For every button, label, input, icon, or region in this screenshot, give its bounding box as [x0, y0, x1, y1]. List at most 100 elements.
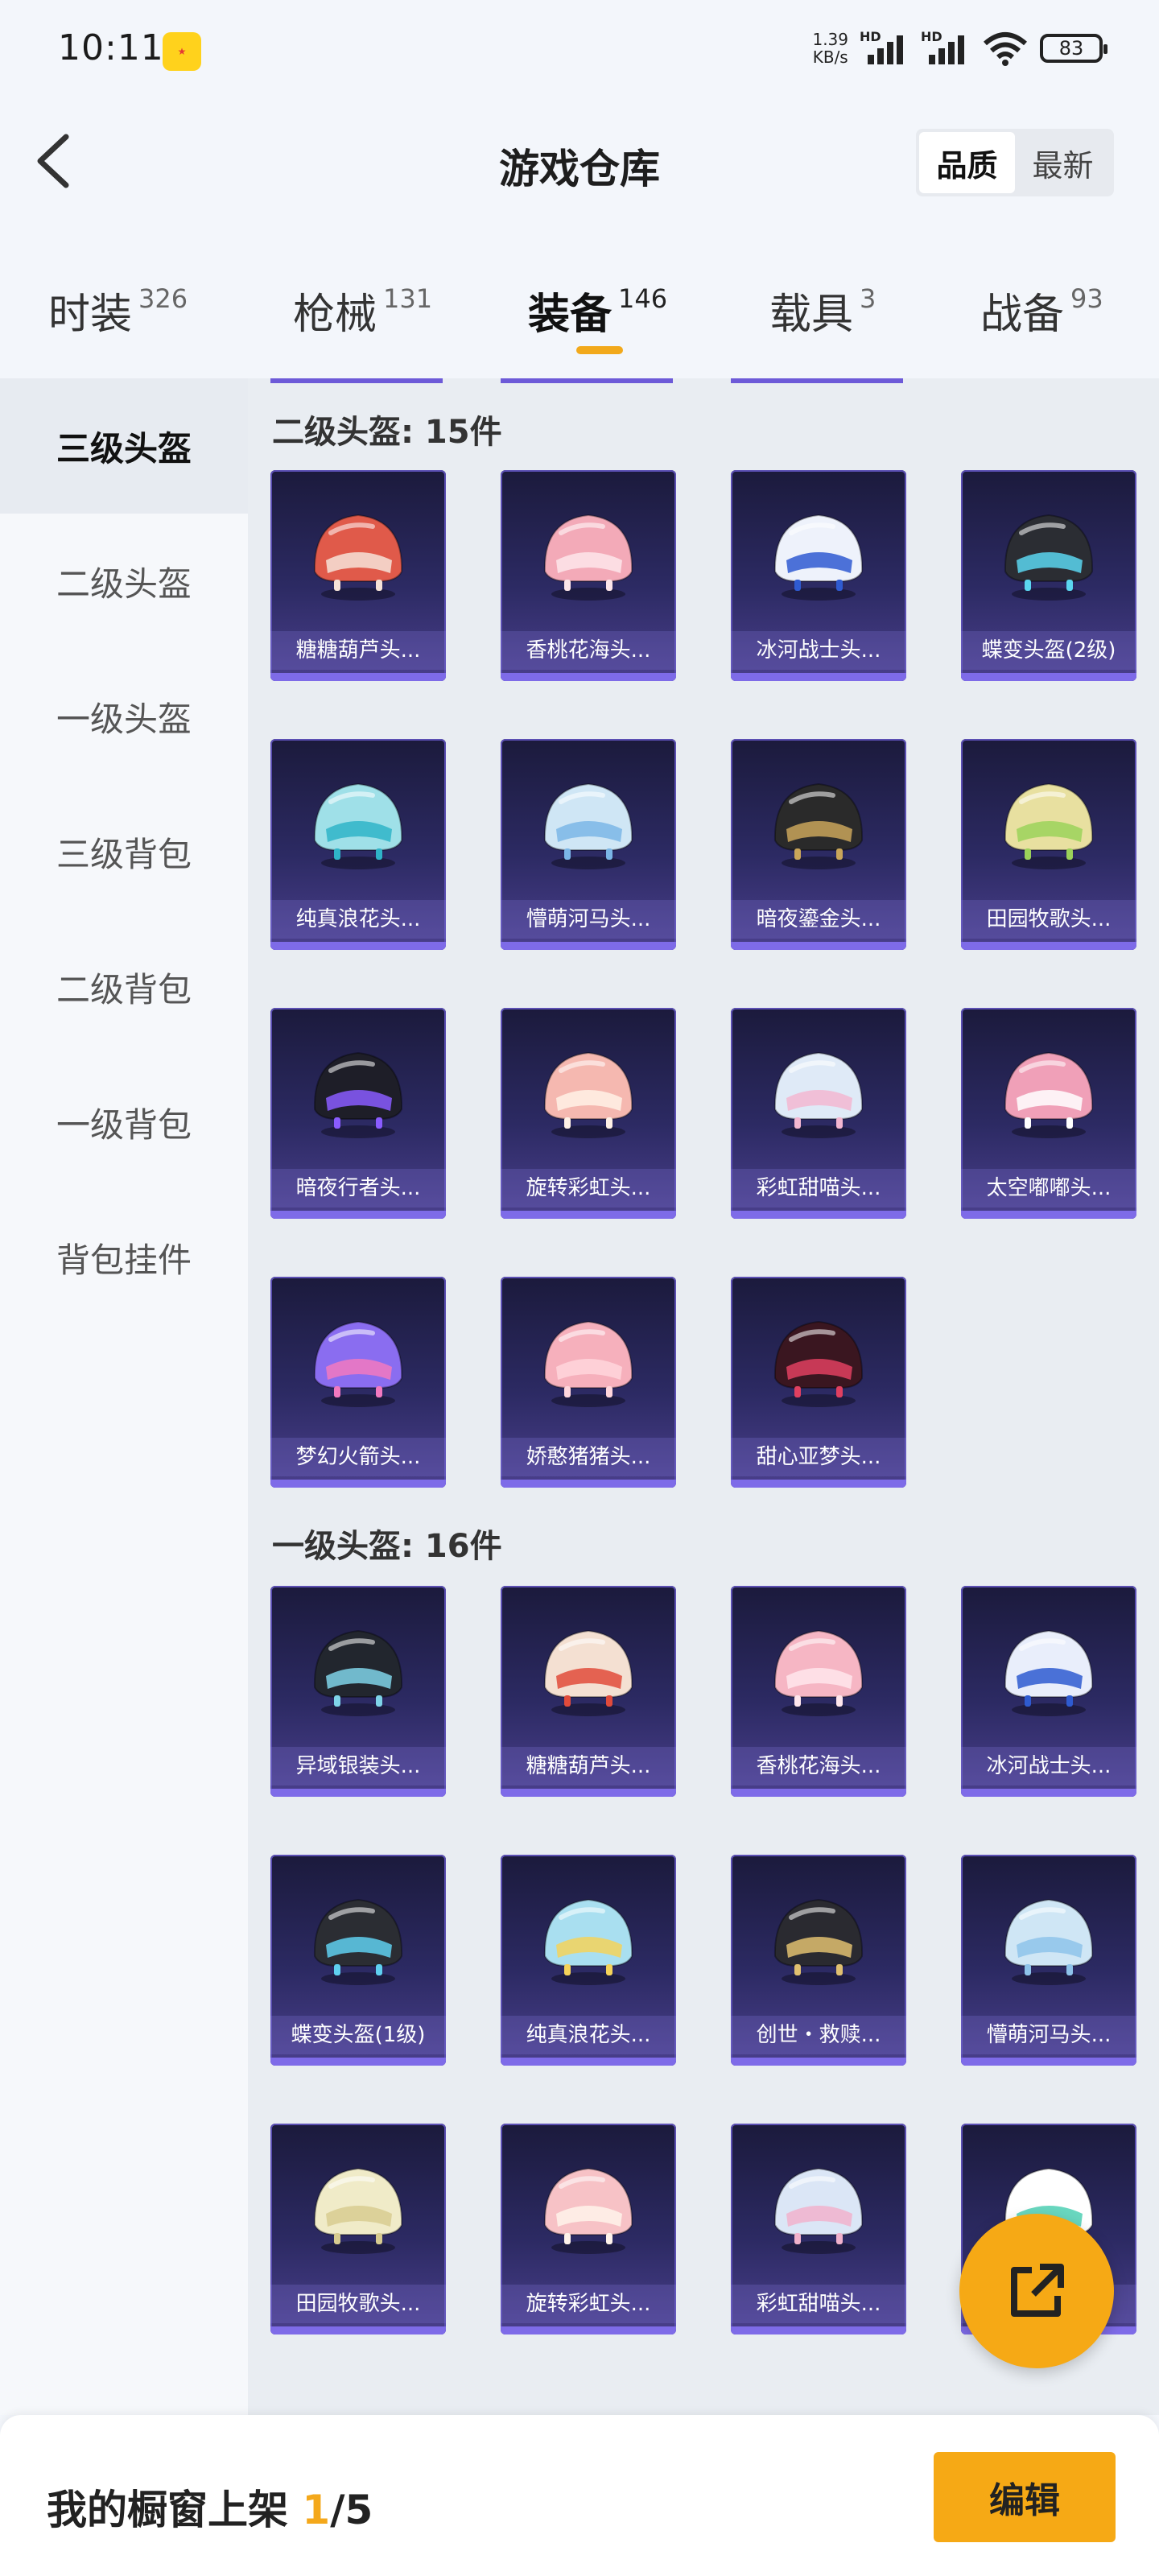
- tab-vehicles[interactable]: 载具 3: [769, 280, 876, 341]
- item-card[interactable]: 彩虹甜喵头...: [731, 1008, 906, 1219]
- rarity-bar: [961, 1789, 1136, 1797]
- status-indicators: 1.39 KB/s HD HD 83: [812, 29, 1107, 67]
- sidebar-item-level1-helmet[interactable]: 一级头盔: [0, 649, 248, 784]
- helmet-icon: [773, 1629, 864, 1716]
- item-card[interactable]: 糖糖葫芦头...: [501, 1586, 676, 1797]
- battery-level: 83: [1058, 37, 1084, 60]
- tab-guns[interactable]: 枪械 131: [293, 280, 432, 341]
- item-card[interactable]: 娇憨猪猪头...: [501, 1277, 676, 1488]
- net-speed-unit: KB/s: [812, 47, 848, 67]
- item-name: 旋转彩虹头...: [501, 2285, 676, 2323]
- item-name: 彩虹甜喵头...: [731, 1169, 906, 1208]
- item-card[interactable]: 懵萌河马头...: [501, 739, 676, 950]
- partial-card: [501, 378, 673, 383]
- item-card[interactable]: 旋转彩虹头...: [501, 1008, 676, 1219]
- showcase-label: 我的橱窗上架: [47, 2487, 288, 2533]
- item-card[interactable]: 旋转彩虹头...: [501, 2124, 676, 2334]
- helmet-icon: [1004, 1629, 1094, 1716]
- item-name: 蝶变头盔(1级): [270, 2016, 446, 2054]
- helmet-icon: [313, 1898, 403, 1985]
- signal-icon: HD: [860, 29, 909, 64]
- item-card[interactable]: 创世・救赎...: [731, 1855, 906, 2066]
- app-notification-icon: ★: [163, 32, 201, 71]
- item-name: 娇憨猪猪头...: [501, 1438, 676, 1476]
- helmet-icon: [313, 782, 403, 869]
- sort-quality-option[interactable]: 品质: [919, 132, 1015, 193]
- rarity-bar: [961, 1211, 1136, 1219]
- sidebar-item-level3-helmet[interactable]: 三级头盔: [0, 378, 248, 514]
- item-card[interactable]: 蝶变头盔(1级): [270, 1855, 446, 2066]
- sim2-hd-label: HD: [921, 29, 942, 44]
- edit-button[interactable]: 编辑: [934, 2452, 1116, 2542]
- helmet-icon: [773, 1051, 864, 1138]
- rarity-bar: [270, 1480, 446, 1488]
- helmet-icon: [543, 782, 633, 869]
- item-card[interactable]: 香桃花海头...: [501, 470, 676, 681]
- item-name: 冰河战士头...: [961, 1747, 1136, 1785]
- rarity-bar: [501, 673, 676, 681]
- sort-newest-option[interactable]: 最新: [1015, 132, 1111, 193]
- rarity-bar: [270, 1211, 446, 1219]
- sim1-hd-label: HD: [860, 29, 881, 44]
- item-card[interactable]: 香桃花海头...: [731, 1586, 906, 1797]
- item-card[interactable]: 暗夜行者头...: [270, 1008, 446, 1219]
- section-title-level1: 一级头盔: 16件: [272, 1528, 502, 1565]
- tab-equipment[interactable]: 装备 146: [528, 280, 667, 341]
- helmet-icon: [773, 2167, 864, 2254]
- sidebar-item-level2-helmet[interactable]: 二级头盔: [0, 514, 248, 649]
- item-card[interactable]: 太空嘟嘟头...: [961, 1008, 1136, 1219]
- helmet-icon: [773, 1898, 864, 1985]
- rarity-bar: [731, 2058, 906, 2066]
- rarity-bar: [501, 1789, 676, 1797]
- item-card[interactable]: 田园牧歌头...: [961, 739, 1136, 950]
- helmet-icon: [313, 514, 403, 601]
- item-name: 甜心亚梦头...: [731, 1438, 906, 1476]
- item-card[interactable]: 纯真浪花头...: [270, 739, 446, 950]
- showcase-total-count: /5: [330, 2487, 373, 2533]
- item-name: 太空嘟嘟头...: [961, 1169, 1136, 1208]
- item-card[interactable]: 异域银装头...: [270, 1586, 446, 1797]
- sidebar-item-level2-backpack[interactable]: 二级背包: [0, 919, 248, 1055]
- item-card[interactable]: 彩虹甜喵头...: [731, 2124, 906, 2334]
- helmet-icon: [313, 1320, 403, 1407]
- tab-costume[interactable]: 时装 326: [48, 280, 188, 341]
- item-card[interactable]: 甜心亚梦头...: [731, 1277, 906, 1488]
- item-card[interactable]: 糖糖葫芦头...: [270, 470, 446, 681]
- helmet-icon: [543, 1320, 633, 1407]
- tab-label: 装备: [528, 291, 612, 339]
- sidebar-item-backpack-pendant[interactable]: 背包挂件: [0, 1190, 248, 1325]
- rarity-bar: [270, 2058, 446, 2066]
- item-card[interactable]: 冰河战士头...: [731, 470, 906, 681]
- tab-label: 时装: [48, 291, 133, 339]
- tab-label: 载具: [769, 291, 854, 339]
- wifi-icon: [984, 32, 1027, 66]
- rarity-bar: [501, 2058, 676, 2066]
- tab-count: 146: [618, 283, 668, 314]
- item-name: 糖糖葫芦头...: [270, 631, 446, 670]
- rarity-bar: [501, 2326, 676, 2334]
- item-name: 冰河战士头...: [731, 631, 906, 670]
- sidebar-item-level3-backpack[interactable]: 三级背包: [0, 784, 248, 919]
- share-button[interactable]: [959, 2214, 1114, 2368]
- item-name: 梦幻火箭头...: [270, 1438, 446, 1476]
- rarity-bar: [961, 673, 1136, 681]
- rarity-bar: [270, 2326, 446, 2334]
- rarity-bar: [731, 942, 906, 950]
- net-speed-value: 1.39: [812, 30, 848, 49]
- item-card[interactable]: 田园牧歌头...: [270, 2124, 446, 2334]
- sidebar-item-level1-backpack[interactable]: 一级背包: [0, 1055, 248, 1190]
- rarity-bar: [731, 1211, 906, 1219]
- helmet-icon: [543, 1898, 633, 1985]
- item-name: 创世・救赎...: [731, 2016, 906, 2054]
- item-card[interactable]: 梦幻火箭头...: [270, 1277, 446, 1488]
- item-card[interactable]: 蝶变头盔(2级): [961, 470, 1136, 681]
- item-card[interactable]: 懵萌河马头...: [961, 1855, 1136, 2066]
- helmet-icon: [543, 2167, 633, 2254]
- item-card[interactable]: 冰河战士头...: [961, 1586, 1136, 1797]
- item-name: 蝶变头盔(2级): [961, 631, 1136, 670]
- item-card[interactable]: 纯真浪花头...: [501, 1855, 676, 2066]
- tab-supplies[interactable]: 战备 93: [980, 280, 1103, 341]
- rarity-bar: [270, 1789, 446, 1797]
- helmet-icon: [313, 1051, 403, 1138]
- item-card[interactable]: 暗夜鎏金头...: [731, 739, 906, 950]
